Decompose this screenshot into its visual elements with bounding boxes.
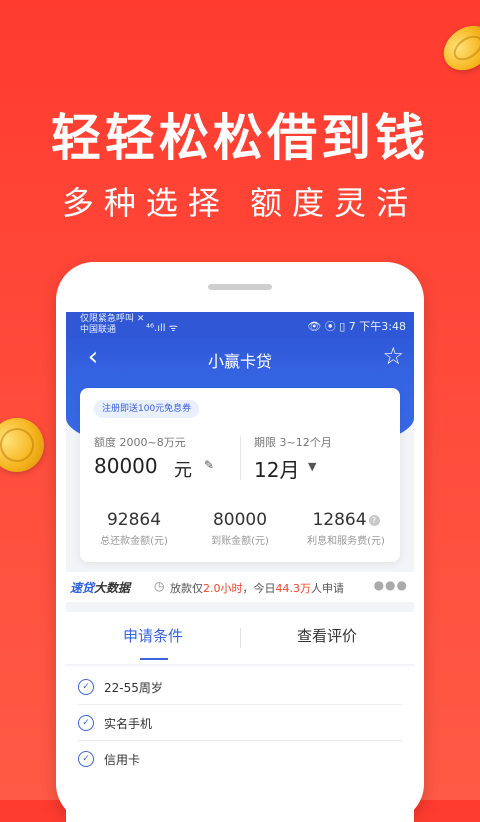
check-circle-icon: ✓ (78, 679, 94, 695)
bigdata-logo: 速贷大数据 (70, 581, 131, 595)
carrier-status: 仅限紧急呼叫 ✕ (80, 314, 145, 324)
bigdata-message: 放款仅2.0小时，今日44.3万人申请 (170, 582, 344, 595)
status-icons: 👁 ⦿ ▯ 7 (307, 320, 356, 333)
tab-bar: 申请条件 查看评价 (66, 612, 414, 664)
signal-icon: ⁴⁶.ıll ᯤ (146, 323, 178, 334)
list-item: ✓ 22-55周岁 (78, 670, 402, 705)
star-icon[interactable]: ☆ (382, 342, 404, 370)
help-icon[interactable]: ? (368, 514, 380, 526)
tab-reviews[interactable]: 查看评价 (240, 612, 414, 664)
nav-bar: ‹ 小赢卡贷 ☆ (66, 338, 414, 378)
amount-input[interactable]: 80000 (94, 454, 158, 478)
coupon-badge[interactable]: 注册即送100元免息券 (94, 400, 200, 418)
clock-time: 下午3:48 (359, 320, 406, 333)
conditions-list: ✓ 22-55周岁 ✓ 实名手机 ✓ 信用卡 (66, 666, 414, 822)
clock-icon: ◷ (154, 579, 165, 593)
promo-subline: 多种选择 额度灵活 (61, 184, 419, 222)
coin-icon (435, 16, 480, 80)
check-circle-icon: ✓ (78, 715, 94, 731)
term-label: 期限 3~12个月 (254, 436, 332, 449)
stat-total-repayment: 92864 总还款金额(元) (100, 510, 168, 547)
divider (240, 436, 241, 480)
carrier-name: 中国联通 (80, 325, 117, 335)
list-item: ✓ 实名手机 (78, 706, 402, 741)
chevron-down-icon[interactable]: ▼ (308, 460, 316, 473)
coin-icon (0, 410, 52, 480)
tab-conditions[interactable]: 申请条件 (66, 612, 240, 664)
edit-icon[interactable]: ✎ (204, 458, 214, 472)
app-screen: 仅限紧急呼叫 ✕ 中国联通 ⁴⁶.ıll ᯤ 👁 ⦿ ▯ 7 下午3:48 ‹ … (66, 312, 414, 822)
amount-label: 额度 2000~8万元 (94, 436, 186, 449)
check-circle-icon: ✓ (78, 751, 94, 767)
page-title: 小赢卡贷 (207, 352, 272, 371)
bigdata-banner: 速贷大数据 ◷ 放款仅2.0小时，今日44.3万人申请 ●●● (66, 572, 414, 602)
term-select[interactable]: 12月 (254, 454, 299, 483)
stat-interest-fees: 12864? 利息和服务费(元) (307, 510, 385, 547)
status-bar: 仅限紧急呼叫 ✕ 中国联通 ⁴⁶.ıll ᯤ 👁 ⦿ ▯ 7 下午3:48 (66, 312, 414, 338)
stat-received-amount: 80000 到账金额(元) (211, 510, 269, 547)
loan-calculator-card: 注册即送100元免息券 额度 2000~8万元 80000 元 ✎ 期限 3~1… (80, 388, 400, 562)
promo-headline: 轻轻松松借到钱 (51, 109, 429, 167)
amount-unit: 元 (174, 460, 192, 481)
list-item: ✓ 信用卡 (78, 742, 402, 776)
phone-mockup: 仅限紧急呼叫 ✕ 中国联通 ⁴⁶.ıll ᯤ 👁 ⦿ ▯ 7 下午3:48 ‹ … (56, 262, 424, 822)
active-tab-indicator (140, 658, 168, 660)
phone-speaker (208, 284, 272, 290)
more-dots-icon[interactable]: ●●● (374, 578, 408, 592)
